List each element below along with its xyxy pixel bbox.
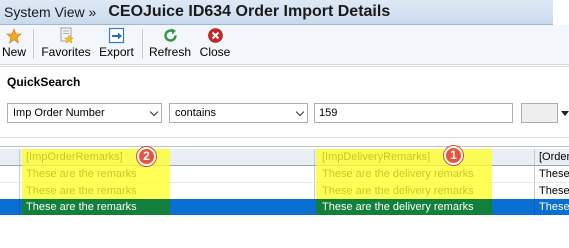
toolbar: New Favorites Export Refresh Close bbox=[0, 25, 569, 65]
table-row[interactable]: These are the remarks These are the deli… bbox=[0, 166, 569, 182]
color-picker-arrow-icon[interactable] bbox=[561, 111, 569, 116]
new-label: New bbox=[2, 45, 27, 59]
title-bar-right-edge bbox=[553, 0, 569, 25]
table-cell[interactable]: These bbox=[536, 199, 569, 215]
column-divider bbox=[534, 199, 535, 215]
table-cell[interactable]: These are the delivery remarks bbox=[316, 199, 534, 215]
color-picker-box[interactable] bbox=[521, 103, 558, 123]
grid-header-row: [ImpOrderRemarks] [ImpDeliveryRemarks] [… bbox=[0, 149, 569, 166]
table-cell[interactable]: These are the remarks bbox=[22, 183, 312, 199]
column-divider bbox=[534, 166, 535, 182]
row-selector-header[interactable] bbox=[0, 149, 20, 165]
column-divider bbox=[534, 183, 535, 199]
favorites-icon bbox=[40, 27, 92, 44]
search-operator-dropdown[interactable]: contains bbox=[169, 103, 308, 123]
close-label: Close bbox=[199, 45, 231, 59]
export-label: Export bbox=[99, 45, 134, 59]
toolbar-separator bbox=[142, 29, 143, 59]
callout-marker-1: 1 bbox=[444, 146, 463, 165]
table-cell[interactable]: These bbox=[536, 183, 569, 199]
chevron-down-icon bbox=[149, 107, 159, 117]
page-title: CEOJuice ID634 Order Import Details bbox=[108, 3, 391, 20]
results-grid: [ImpOrderRemarks] [ImpDeliveryRemarks] [… bbox=[0, 146, 569, 248]
table-cell[interactable]: These are the delivery remarks bbox=[316, 183, 534, 199]
table-row[interactable]: These are the remarks These are the deli… bbox=[0, 183, 569, 199]
table-cell[interactable]: These are the remarks bbox=[22, 166, 312, 182]
quicksearch-title: QuickSearch bbox=[7, 75, 81, 89]
search-operator-value: contains bbox=[175, 107, 216, 119]
column-header-order[interactable]: [Order bbox=[536, 149, 569, 165]
new-button[interactable]: New bbox=[2, 27, 26, 63]
chevron-down-icon bbox=[295, 107, 305, 117]
row-selector[interactable] bbox=[0, 183, 20, 199]
column-divider bbox=[534, 149, 535, 165]
row-selector[interactable] bbox=[0, 166, 20, 182]
export-button[interactable]: Export bbox=[98, 27, 135, 63]
column-divider bbox=[314, 166, 315, 182]
refresh-button[interactable]: Refresh bbox=[149, 27, 191, 63]
quicksearch-panel: QuickSearch Imp Order Number contains 15… bbox=[0, 66, 569, 138]
column-header-imp-order-remarks[interactable]: [ImpOrderRemarks] bbox=[22, 149, 312, 165]
column-divider bbox=[314, 149, 315, 165]
search-field-value: Imp Order Number bbox=[13, 107, 105, 119]
column-header-imp-delivery-remarks[interactable]: [ImpDeliveryRemarks] bbox=[316, 149, 534, 165]
breadcrumb-system-view[interactable]: System View » bbox=[0, 4, 96, 20]
callout-marker-2: 2 bbox=[137, 147, 156, 166]
title-bar: System View » CEOJuice ID634 Order Impor… bbox=[0, 0, 569, 25]
table-cell[interactable]: These bbox=[536, 166, 569, 182]
close-button[interactable]: Close bbox=[198, 27, 232, 63]
toolbar-separator bbox=[33, 29, 34, 59]
column-divider bbox=[314, 183, 315, 199]
search-field-dropdown[interactable]: Imp Order Number bbox=[7, 103, 162, 123]
row-selector[interactable] bbox=[0, 199, 20, 215]
star-icon bbox=[2, 27, 26, 44]
table-cell[interactable]: These are the remarks bbox=[22, 199, 312, 215]
export-icon bbox=[98, 27, 135, 44]
table-cell[interactable]: These are the delivery remarks bbox=[316, 166, 534, 182]
favorites-button[interactable]: Favorites bbox=[40, 27, 92, 63]
favorites-label: Favorites bbox=[41, 45, 91, 59]
refresh-label: Refresh bbox=[149, 45, 192, 59]
search-input[interactable]: 159 bbox=[314, 103, 513, 123]
close-icon bbox=[198, 27, 232, 44]
table-row-selected[interactable]: These are the remarks These are the deli… bbox=[0, 199, 569, 215]
refresh-icon bbox=[149, 27, 191, 44]
